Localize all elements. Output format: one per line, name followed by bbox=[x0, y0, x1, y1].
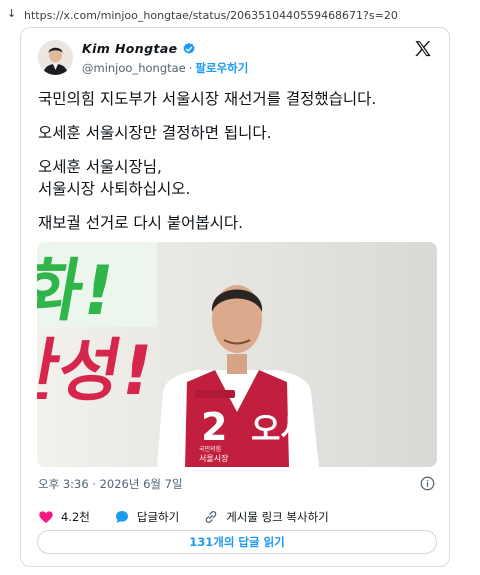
url-text: https://x.com/minjoo_hongtae/status/2063… bbox=[24, 8, 398, 22]
heart-icon bbox=[39, 511, 53, 523]
author-name[interactable]: Kim Hongtae bbox=[82, 41, 196, 56]
tweet-text: 국민의힘 지도부가 서울시장 재선거를 결정했습니다. 오세훈 서울시장만 결정… bbox=[38, 88, 438, 246]
avatar[interactable] bbox=[38, 40, 73, 75]
vest-name: 오세 bbox=[251, 410, 310, 448]
vest-party-label: 국민의힘 bbox=[199, 445, 221, 453]
separator-dot: · bbox=[188, 61, 193, 75]
tweet-timestamp[interactable]: 오후 3:36 · 2026년 6월 7일 bbox=[38, 476, 183, 492]
reply-bubble-icon bbox=[115, 511, 128, 523]
download-arrow-icon[interactable]: ↓ bbox=[7, 7, 16, 20]
vest-number: 2 bbox=[201, 405, 227, 449]
read-replies-button[interactable]: 131개의 답글 읽기 bbox=[37, 530, 437, 554]
info-icon[interactable] bbox=[420, 476, 435, 491]
handle-row: @minjoo_hongtae · 팔로우하기 bbox=[82, 60, 248, 76]
browser-url-bar[interactable]: ↓ https://x.com/minjoo_hongtae/status/20… bbox=[0, 0, 480, 30]
tweet-paragraph: 오세훈 서울시장만 결정하면 됩니다. bbox=[38, 124, 272, 142]
like-button[interactable]: 4.2천 bbox=[38, 509, 90, 525]
like-count: 4.2천 bbox=[61, 510, 90, 524]
tweet-card: Kim Hongtae @minjoo_hongtae · 팔로우하기 국민의힘 지… bbox=[20, 27, 450, 567]
vest-title-label: 서울시장 bbox=[199, 453, 229, 463]
reply-button[interactable]: 답글하기 bbox=[114, 509, 179, 525]
follow-button[interactable]: 팔로우하기 bbox=[195, 61, 248, 75]
banner-green-text: 화! bbox=[37, 251, 121, 330]
verified-badge-icon bbox=[183, 42, 195, 54]
banner-red-text: 안성! bbox=[37, 331, 159, 410]
link-icon bbox=[205, 511, 217, 523]
tweet-actions: 4.2천 답글하기 게시물 링크 복사하기 bbox=[38, 507, 438, 527]
author-name-text: Kim Hongtae bbox=[82, 41, 178, 56]
tweet-paragraph: 오세훈 서울시장님, 서울시장 사퇴하십시오. bbox=[38, 158, 191, 198]
copy-link-button[interactable]: 게시물 링크 복사하기 bbox=[203, 509, 329, 525]
author-handle[interactable]: @minjoo_hongtae bbox=[82, 61, 186, 75]
copy-link-label: 게시물 링크 복사하기 bbox=[226, 510, 329, 524]
tweet-media-image[interactable]: 화! 안성! 2 오세 국민의힘 서울시장 bbox=[37, 242, 437, 467]
x-logo-icon[interactable] bbox=[413, 39, 433, 59]
read-replies-label: 131개의 답글 읽기 bbox=[189, 535, 285, 549]
tweet-paragraph: 재보궐 선거로 다시 붙어봅시다. bbox=[38, 214, 244, 232]
reply-label: 답글하기 bbox=[136, 510, 180, 524]
tweet-paragraph: 국민의힘 지도부가 서울시장 재선거를 결정했습니다. bbox=[38, 90, 377, 108]
